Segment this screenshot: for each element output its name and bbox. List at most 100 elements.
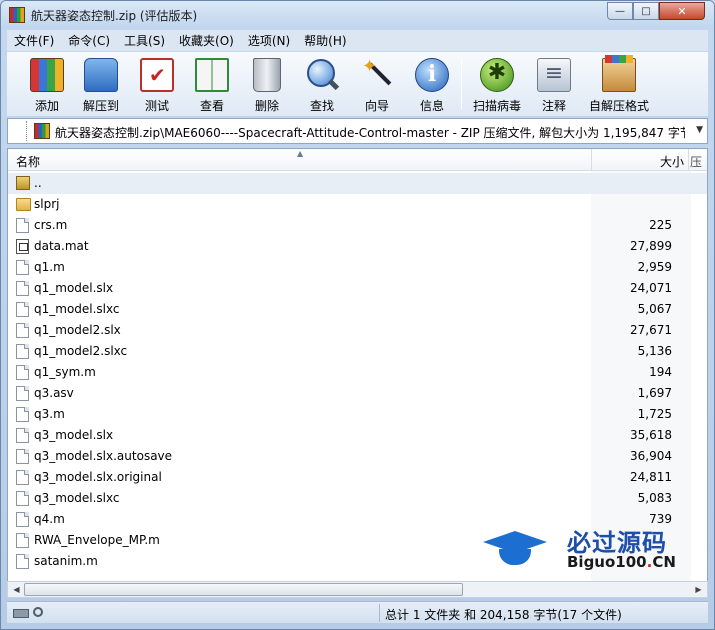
mat-file-icon xyxy=(16,239,29,254)
file-name: q1_model2.slx xyxy=(34,323,121,337)
extract-to-button[interactable]: 解压到 xyxy=(72,55,130,115)
file-icon xyxy=(16,302,29,317)
find-label: 查找 xyxy=(309,99,334,113)
trash-icon xyxy=(253,58,281,92)
file-size: 1,697 xyxy=(637,386,672,400)
menu-options[interactable]: 选项(N) xyxy=(241,32,297,49)
table-row[interactable]: q3_model.slx 35,618 xyxy=(8,425,707,446)
winrar-window: 航天器姿态控制.zip (评估版本) — □ ✕ 文件(F) 命令(C) 工具(… xyxy=(0,0,715,630)
table-row[interactable]: q1_model2.slxc 5,136 xyxy=(8,341,707,362)
toolbar: 添加 解压到 测试 查看 删除 查找 向导 信息 xyxy=(7,52,708,116)
table-row[interactable]: q3.asv 1,697 xyxy=(8,383,707,404)
menu-help[interactable]: 帮助(H) xyxy=(297,32,353,49)
delete-button[interactable]: 删除 xyxy=(238,55,296,115)
find-button[interactable]: 查找 xyxy=(293,55,351,115)
key-icon[interactable] xyxy=(33,607,43,617)
comment-button[interactable]: 注释 xyxy=(525,55,583,115)
file-size: 225 xyxy=(649,218,672,232)
file-size: 24,071 xyxy=(630,281,672,295)
virus-scan-icon xyxy=(480,58,514,92)
file-rows: .. slprj crs.m 225 data.mat 27,899 q1.m 2,959 q1… xyxy=(8,173,707,572)
file-name: q3_model.slx.autosave xyxy=(34,449,173,463)
table-row[interactable]: slprj xyxy=(8,194,707,215)
view-button[interactable]: 查看 xyxy=(183,55,241,115)
table-row[interactable]: q1_sym.m 194 xyxy=(8,362,707,383)
table-row[interactable]: q3_model.slx.original 24,811 xyxy=(8,467,707,488)
table-row[interactable]: q1_model2.slx 27,671 xyxy=(8,320,707,341)
comment-label: 注释 xyxy=(541,99,566,113)
magnifier-icon xyxy=(305,58,339,92)
column-divider[interactable] xyxy=(688,149,689,171)
menu-favorites[interactable]: 收藏夹(O) xyxy=(172,32,241,49)
table-row[interactable]: data.mat 27,899 xyxy=(8,236,707,257)
table-row[interactable]: q3_model.slxc 5,083 xyxy=(8,488,707,509)
extract-to-label: 解压到 xyxy=(82,99,119,113)
watermark-domain: Biguo100.CN xyxy=(567,553,676,571)
table-row[interactable]: q3_model.slx.autosave 36,904 xyxy=(8,446,707,467)
column-header-size[interactable]: 大小 xyxy=(596,153,690,170)
file-name: q1_model.slx xyxy=(34,281,114,295)
close-button[interactable]: ✕ xyxy=(659,2,705,20)
view-label: 查看 xyxy=(199,99,224,113)
info-icon xyxy=(415,58,449,92)
file-icon xyxy=(16,533,29,548)
scroll-right-icon[interactable]: ▶ xyxy=(691,583,706,596)
list-header: 名称 ▲ 大小 压 xyxy=(8,149,707,171)
address-grip xyxy=(26,121,30,141)
table-row[interactable]: .. xyxy=(8,173,707,194)
file-icon xyxy=(16,428,29,443)
file-icon xyxy=(16,260,29,275)
scrollbar-thumb[interactable] xyxy=(24,583,463,596)
file-icon xyxy=(16,449,29,464)
table-row[interactable]: q3.m 1,725 xyxy=(8,404,707,425)
table-row[interactable]: q1.m 2,959 xyxy=(8,257,707,278)
column-header-name[interactable]: 名称 xyxy=(16,153,40,170)
address-bar[interactable]: 航天器姿态控制.zip\MAE6060----Spacecraft-Attitu… xyxy=(7,118,708,144)
file-size: 5,136 xyxy=(637,344,672,358)
menu-tools[interactable]: 工具(S) xyxy=(117,32,172,49)
minimize-button[interactable]: — xyxy=(607,2,633,20)
add-label: 添加 xyxy=(34,99,59,113)
status-summary: 总计 1 文件夹 和 204,158 字节(17 个文件) xyxy=(385,608,622,622)
drive-icon[interactable] xyxy=(13,609,29,618)
test-label: 测试 xyxy=(144,99,169,113)
file-name: q3_model.slx xyxy=(34,428,114,442)
add-button[interactable]: 添加 xyxy=(18,55,76,115)
extract-to-icon xyxy=(84,58,118,92)
menu-file[interactable]: 文件(F) xyxy=(7,32,61,49)
column-divider[interactable] xyxy=(591,149,592,171)
comment-icon xyxy=(537,58,571,92)
file-icon xyxy=(16,491,29,506)
file-icon xyxy=(16,323,29,338)
file-icon xyxy=(16,470,29,485)
folder-icon xyxy=(16,198,31,211)
file-icon xyxy=(16,407,29,422)
wizard-button[interactable]: 向导 xyxy=(348,55,406,115)
file-icon xyxy=(16,281,29,296)
file-name: RWA_Envelope_MP.m xyxy=(34,533,160,547)
info-button[interactable]: 信息 xyxy=(403,55,461,115)
virus-scan-button[interactable]: 扫描病毒 xyxy=(468,55,526,115)
maximize-button[interactable]: □ xyxy=(633,2,659,20)
scroll-left-icon[interactable]: ◀ xyxy=(9,583,24,596)
file-icon xyxy=(16,512,29,527)
file-size: 24,811 xyxy=(630,470,672,484)
table-row[interactable]: q1_model.slx 24,071 xyxy=(8,278,707,299)
file-size: 5,083 xyxy=(637,491,672,505)
title-bar[interactable]: 航天器姿态控制.zip (评估版本) — □ ✕ xyxy=(1,1,714,29)
chevron-down-icon[interactable]: ▼ xyxy=(696,125,703,135)
horizontal-scrollbar[interactable]: ◀ ▶ xyxy=(7,581,708,598)
table-row[interactable]: crs.m 225 xyxy=(8,215,707,236)
column-header-packed[interactable]: 压 xyxy=(690,153,702,170)
sfx-button[interactable]: 自解压格式 xyxy=(587,55,651,115)
table-row[interactable]: q1_model.slxc 5,067 xyxy=(8,299,707,320)
status-separator xyxy=(379,604,380,622)
file-size: 1,725 xyxy=(637,407,672,421)
file-list[interactable]: 名称 ▲ 大小 压 .. slprj crs.m 225 data.mat 27,899 q… xyxy=(7,148,708,583)
toolbar-separator xyxy=(461,59,462,109)
file-name: q3_model.slxc xyxy=(34,491,120,505)
menu-commands[interactable]: 命令(C) xyxy=(61,32,117,49)
add-archive-icon xyxy=(30,58,64,92)
test-button[interactable]: 测试 xyxy=(128,55,186,115)
window-title: 航天器姿态控制.zip (评估版本) xyxy=(31,9,198,23)
